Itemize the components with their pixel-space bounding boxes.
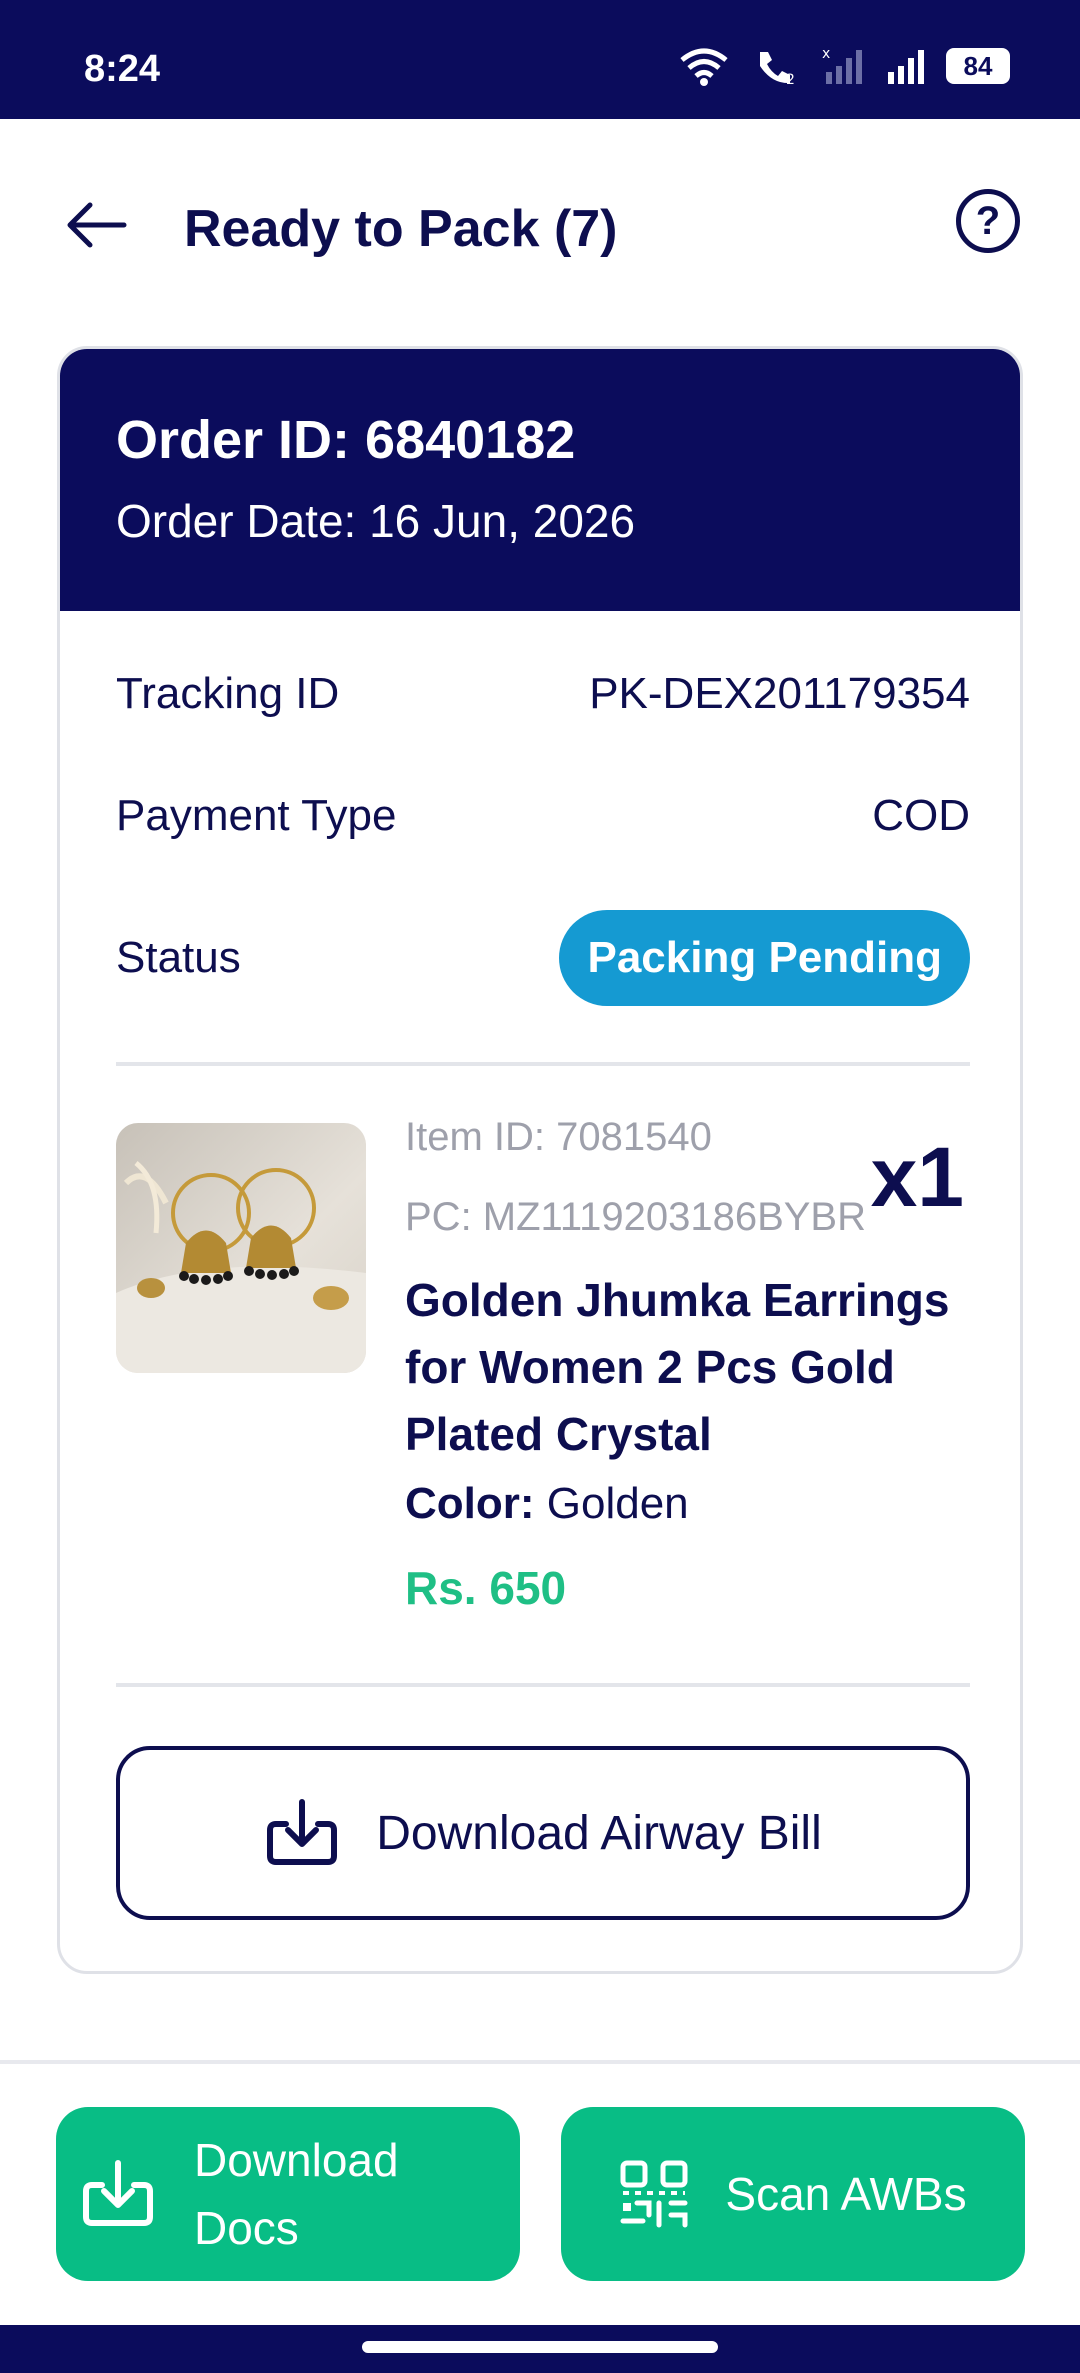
question-icon: ? [975,198,1001,243]
tracking-row: Tracking ID PK-DEX201179354 [116,669,970,719]
status-time: 8:24 [84,48,161,90]
signal-sim2-icon [888,50,924,84]
item-color-label: Color: [405,1479,535,1528]
download-airway-bill-label: Download Airway Bill [376,1806,822,1860]
svg-text:x: x [822,46,830,62]
status-bar: 8:24 2 x 84 [0,0,1080,119]
order-card: Order ID: 6840182 Order Date: 16 Jun, 20… [57,346,1023,1974]
download-icon [83,2160,153,2226]
item-quantity: x1 [870,1130,964,1224]
download-docs-label: Download Docs [194,2134,399,2254]
status-row: Status Packing Pending [116,910,970,1006]
wifi-calling-icon: 2 [760,52,795,86]
page-title: Ready to Pack (7) [184,200,618,258]
signal-sim1-icon: x [822,46,862,84]
tracking-label: Tracking ID [116,669,340,718]
download-airway-bill-button[interactable]: Download Airway Bill [116,1746,970,1920]
item-color: Color: Golden [405,1479,689,1529]
app-header: Ready to Pack (7) ? [0,119,1080,319]
svg-text:2: 2 [786,72,795,86]
order-date: Order Date: 16 Jun, 2026 [116,495,636,547]
payment-row: Payment Type COD [116,791,970,841]
product-image [116,1123,366,1373]
scan-awbs-button[interactable]: Scan AWBs [561,2107,1025,2281]
arrow-left-icon [67,202,127,248]
item-pc: PC: MZ1119203186BYBR [405,1195,866,1239]
scan-awbs-label: Scan AWBs [725,2168,967,2220]
back-button[interactable] [60,189,132,261]
wifi-icon [680,48,728,86]
status-label: Status [116,933,241,982]
divider [116,1683,970,1687]
divider [116,1062,970,1066]
battery-icon: 84 [946,48,1010,84]
qr-scan-icon [620,2160,688,2228]
order-id: Order ID: 6840182 [116,410,576,470]
bottom-divider [0,2060,1080,2064]
item-price: Rs. 650 [405,1562,567,1614]
payment-value: COD [872,791,970,840]
item-id: Item ID: 7081540 [405,1115,712,1159]
home-gesture-handle[interactable] [362,2341,718,2353]
status-icons: 2 x 84 [678,46,1010,86]
system-nav-bar [0,2325,1080,2373]
tracking-value: PK-DEX201179354 [589,669,970,718]
help-button[interactable]: ? [956,189,1020,253]
payment-label: Payment Type [116,791,397,840]
download-docs-button[interactable]: Download Docs [56,2107,520,2281]
item-title: Golden Jhumka Earrings for Women 2 Pcs G… [405,1274,950,1460]
order-card-header: Order ID: 6840182 Order Date: 16 Jun, 20… [60,349,1020,611]
item-color-value: Golden [546,1479,689,1528]
download-icon [267,1799,338,1865]
status-badge: Packing Pending [559,910,970,1006]
